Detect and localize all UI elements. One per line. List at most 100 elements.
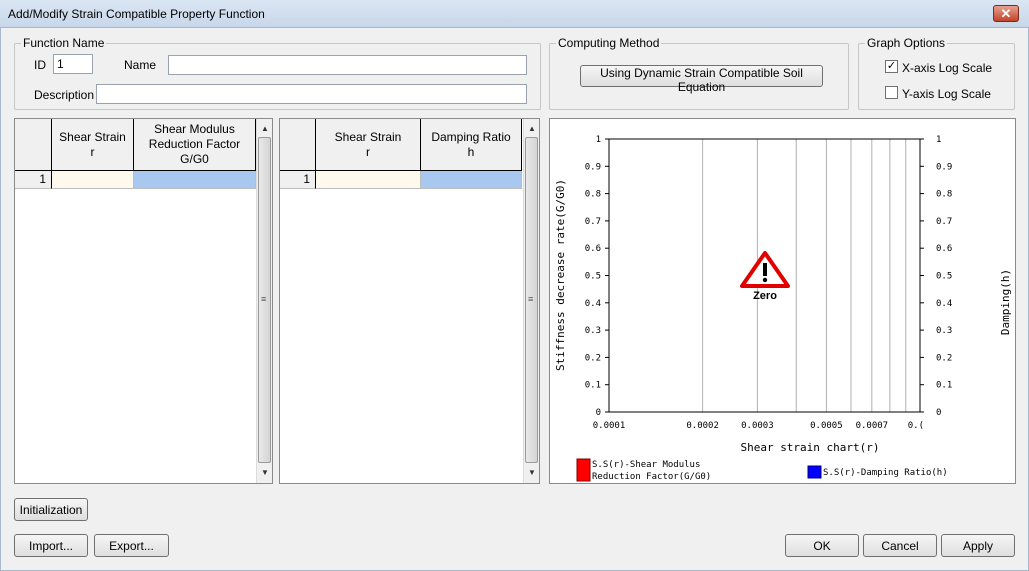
y-tick-label-left: 0.7 — [585, 217, 601, 227]
chart-panel: 0 0.1 0.2 0.3 0.4 0.5 0.6 0.7 0.8 0.9 1 0 0.1 0.2 0.3… — [549, 118, 1016, 484]
import-button[interactable]: Import... — [14, 534, 88, 557]
damping-ratio-header-line2: h — [467, 144, 475, 159]
strain-chart: 0 0.1 0.2 0.3 0.4 0.5 0.6 0.7 0.8 0.9 1 0 0.1 0.2 0.3… — [554, 135, 1012, 482]
legend-label-shear-modulus-line1: S.S(r)-Shear Modulus — [592, 460, 700, 470]
shear-strain-header-line2: r — [366, 144, 370, 159]
shear-strain-cell[interactable] — [316, 171, 421, 189]
y-tick-label-left: 0 — [596, 408, 601, 418]
warning-icon — [740, 251, 790, 288]
shear-modulus-header-line3: G/G0 — [180, 152, 209, 166]
y-axis-log-checkbox[interactable] — [885, 86, 898, 99]
y-axis-label-right: Damping(h) — [999, 269, 1012, 335]
apply-button[interactable]: Apply — [941, 534, 1015, 557]
shear-strain-header[interactable]: Shear Strain r — [316, 119, 421, 171]
y-tick-label-left: 0.2 — [585, 353, 601, 363]
description-label: Description — [34, 88, 95, 102]
right-table-scrollbar[interactable]: ▲ ≡ ▼ — [523, 119, 539, 483]
shear-modulus-header-line2: Reduction Factor — [148, 137, 241, 151]
left-table-scrollbar[interactable]: ▲ ≡ ▼ — [256, 119, 272, 483]
shear-modulus-cell[interactable] — [134, 171, 256, 189]
y-tick-label-left: 1 — [596, 135, 601, 145]
y-tick-label-right: 0 — [936, 408, 941, 418]
legend-swatch-blue — [807, 465, 822, 479]
y-ticks-right: 0 0.1 0.2 0.3 0.4 0.5 0.6 0.7 0.8 0.9 1 — [920, 135, 952, 418]
y-tick-label-left: 0.4 — [585, 299, 601, 309]
id-label: ID — [34, 58, 46, 72]
scroll-up-icon[interactable]: ▲ — [524, 121, 540, 137]
y-tick-label-left: 0.8 — [585, 190, 601, 200]
y-tick-label-right: 1 — [936, 135, 941, 145]
x-tick-label: 0.0007 — [856, 421, 889, 431]
shear-strain-header[interactable]: Shear Strain r — [52, 119, 134, 171]
y-axis-log-label: Y-axis Log Scale — [902, 87, 991, 101]
x-axis-log-label: X-axis Log Scale — [902, 61, 993, 75]
x-tick-label: 0.( — [908, 421, 924, 431]
x-axis-label: Shear strain chart(r) — [740, 441, 879, 454]
graph-options-legend: Graph Options — [865, 36, 948, 50]
table-corner-header — [280, 119, 316, 171]
y-tick-label-right: 0.5 — [936, 272, 952, 282]
y-axis-label-left: Stiffness decrease rate(G/G0) — [554, 179, 567, 371]
y-tick-label-left: 0.6 — [585, 244, 601, 254]
shear-modulus-header[interactable]: Shear Modulus Reduction Factor G/G0 — [134, 119, 256, 171]
y-tick-label-left: 0.5 — [585, 272, 601, 282]
shear-modulus-header-line1: Shear Modulus — [154, 122, 235, 136]
y-tick-label-right: 0.6 — [936, 244, 952, 254]
y-ticks-left: 0 0.1 0.2 0.3 0.4 0.5 0.6 0.7 0.8 0.9 1 — [585, 135, 609, 418]
damping-ratio-header[interactable]: Damping Ratio h — [421, 119, 522, 171]
shear-strain-header-line1: Shear Strain — [59, 129, 126, 144]
legend-label-damping: S.S(r)-Damping Ratio(h) — [823, 468, 948, 478]
x-tick-label: 0.0001 — [593, 421, 626, 431]
table-row-index: 1 — [280, 171, 316, 189]
legend-item-shear-modulus: S.S(r)-Shear Modulus Reduction Factor(G/… — [576, 458, 711, 482]
id-field[interactable] — [53, 54, 93, 74]
y-tick-label-right: 0.9 — [936, 162, 952, 172]
y-tick-label-left: 0.9 — [585, 162, 601, 172]
shear-strain-header-line2: r — [90, 144, 95, 159]
x-axis-log-checkbox[interactable]: ✓ — [885, 60, 898, 73]
computing-method-legend: Computing Method — [556, 36, 662, 50]
name-label: Name — [124, 58, 157, 72]
legend-label-shear-modulus-line2: Reduction Factor(G/G0) — [592, 472, 711, 482]
x-tick-label: 0.0002 — [686, 421, 719, 431]
y-tick-label-right: 0.8 — [936, 190, 952, 200]
scroll-down-icon[interactable]: ▼ — [257, 465, 273, 481]
x-tick-label: 0.0003 — [741, 421, 774, 431]
window-title: Add/Modify Strain Compatible Property Fu… — [8, 7, 265, 21]
y-tick-label-left: 0.1 — [585, 381, 601, 391]
function-name-legend: Function Name — [21, 36, 107, 50]
legend-item-damping: S.S(r)-Damping Ratio(h) — [807, 465, 948, 479]
shear-modulus-table[interactable]: Shear Strain r Shear Modulus Reduction F… — [14, 118, 273, 484]
shear-strain-header-line1: Shear Strain — [334, 129, 402, 144]
warning-text: Zero — [753, 290, 777, 302]
damping-ratio-header-line1: Damping Ratio — [431, 129, 511, 144]
initialization-button[interactable]: Initialization — [14, 498, 88, 521]
scroll-down-icon[interactable]: ▼ — [524, 465, 540, 481]
y-tick-label-right: 0.2 — [936, 353, 952, 363]
damping-ratio-table[interactable]: Shear Strain r Damping Ratio h 1 ▲ ≡ ▼ — [279, 118, 540, 484]
name-field[interactable] — [168, 55, 527, 75]
chart-gridlines — [702, 139, 907, 412]
y-tick-label-right: 0.1 — [936, 381, 952, 391]
x-ticks: 0.0001 0.0002 0.0003 0.0005 0.0007 0.( — [593, 421, 924, 431]
computing-method-button[interactable]: Using Dynamic Strain Compatible Soil Equ… — [580, 65, 823, 94]
table-corner-header — [15, 119, 52, 171]
y-tick-label-left: 0.3 — [585, 326, 601, 336]
close-icon[interactable]: ✕ — [993, 5, 1019, 22]
damping-ratio-cell[interactable] — [421, 171, 522, 189]
y-tick-label-right: 0.4 — [936, 299, 952, 309]
title-bar: Add/Modify Strain Compatible Property Fu… — [0, 0, 1029, 28]
x-tick-label: 0.0005 — [810, 421, 843, 431]
ok-button[interactable]: OK — [785, 534, 859, 557]
shear-strain-cell[interactable] — [52, 171, 134, 189]
legend-swatch-red — [576, 458, 591, 482]
description-field[interactable] — [96, 84, 527, 104]
scroll-grip-icon: ≡ — [261, 294, 267, 304]
y-tick-label-right: 0.7 — [936, 217, 952, 227]
table-row-index: 1 — [15, 171, 52, 189]
scroll-grip-icon: ≡ — [528, 294, 534, 304]
y-tick-label-right: 0.3 — [936, 326, 952, 336]
scroll-up-icon[interactable]: ▲ — [257, 121, 273, 137]
export-button[interactable]: Export... — [94, 534, 169, 557]
cancel-button[interactable]: Cancel — [863, 534, 937, 557]
